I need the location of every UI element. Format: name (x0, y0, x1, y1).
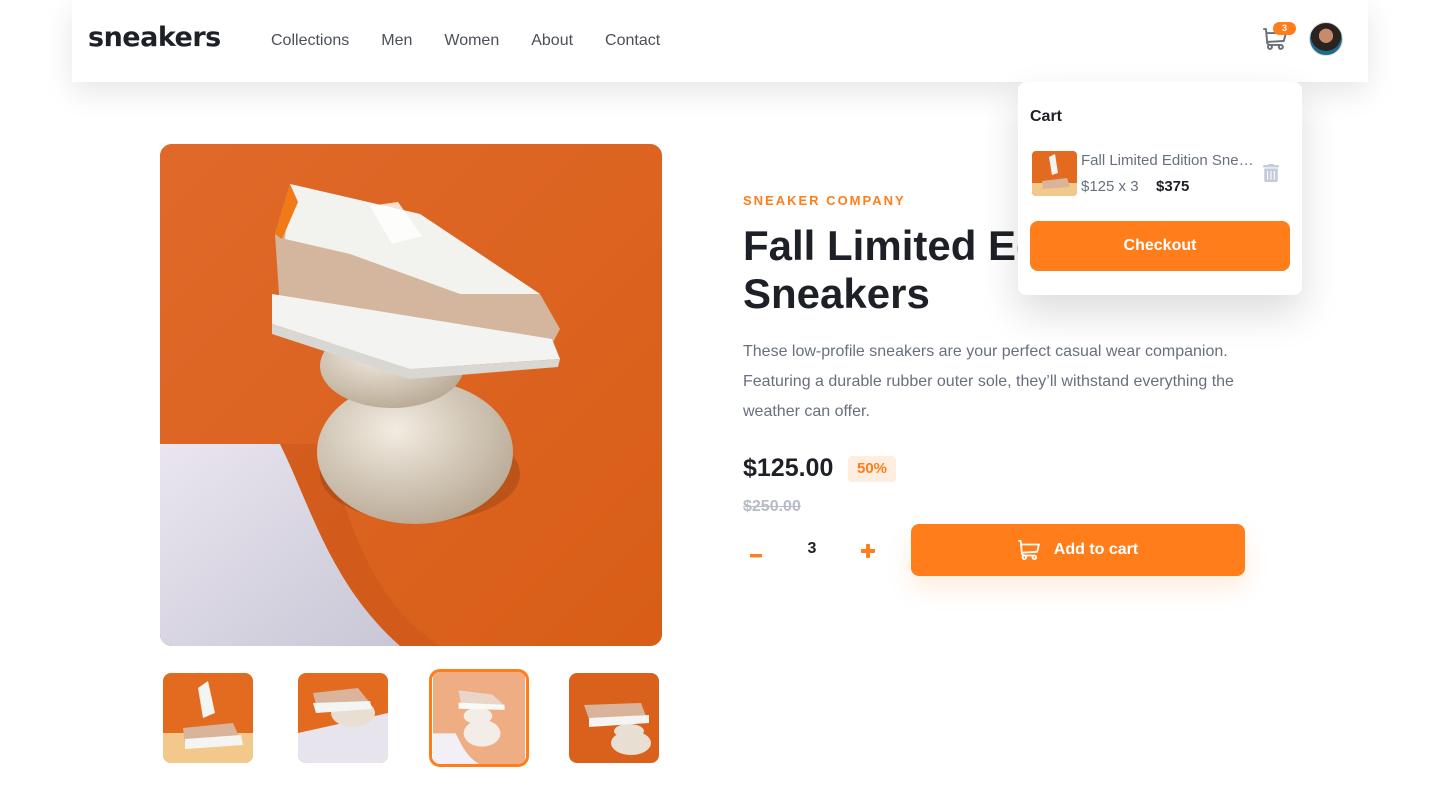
thumbnail-1[interactable] (163, 673, 253, 763)
cart-title: Cart (1030, 108, 1063, 125)
product-description: These low-profile sneakers are your perf… (743, 343, 1234, 420)
decrease-quantity-button[interactable] (744, 538, 768, 562)
nav-about[interactable]: About (531, 31, 573, 51)
thumbnail-4[interactable] (569, 673, 659, 763)
thumbnail-3[interactable] (429, 669, 529, 767)
thumbnail-2[interactable] (298, 673, 388, 763)
quantity-value: 3 (807, 540, 817, 557)
user-avatar[interactable] (1309, 22, 1343, 56)
cart-item-name: Fall Limited Edition Sneakers (1081, 152, 1257, 169)
current-price: $125.00 (743, 454, 834, 482)
logo[interactable]: sneakers (88, 22, 221, 53)
increase-quantity-button[interactable] (856, 538, 880, 562)
product-main-image[interactable] (160, 144, 662, 646)
add-to-cart-label: Add to cart (1053, 541, 1139, 558)
company-name: SNEAKER COMPANY (743, 193, 906, 208)
cart-item-total: $375 (1156, 178, 1190, 195)
original-price: $250.00 (743, 498, 801, 515)
nav-contact[interactable]: Contact (605, 31, 660, 51)
main-nav: Collections Men Women About Contact (271, 31, 692, 51)
cart-count-badge: 3 (1273, 22, 1296, 35)
discount-badge: 50% (848, 456, 896, 482)
nav-women[interactable]: Women (444, 31, 499, 51)
cart-icon (1017, 540, 1040, 560)
nav-men[interactable]: Men (381, 31, 412, 51)
checkout-button[interactable]: Checkout (1030, 221, 1290, 271)
add-to-cart-button[interactable]: Add to cart (911, 524, 1245, 576)
cart-item-calculation: $125 x 3 (1081, 178, 1139, 195)
nav-collections[interactable]: Collections (271, 31, 349, 51)
site-header: sneakers Collections Men Women About Con… (72, 0, 1368, 82)
cart-dropdown: Cart Fall Limited Edition Sneakers $125 … (1018, 82, 1302, 295)
cart-item-thumbnail (1032, 151, 1077, 196)
delete-icon[interactable] (1263, 164, 1281, 184)
